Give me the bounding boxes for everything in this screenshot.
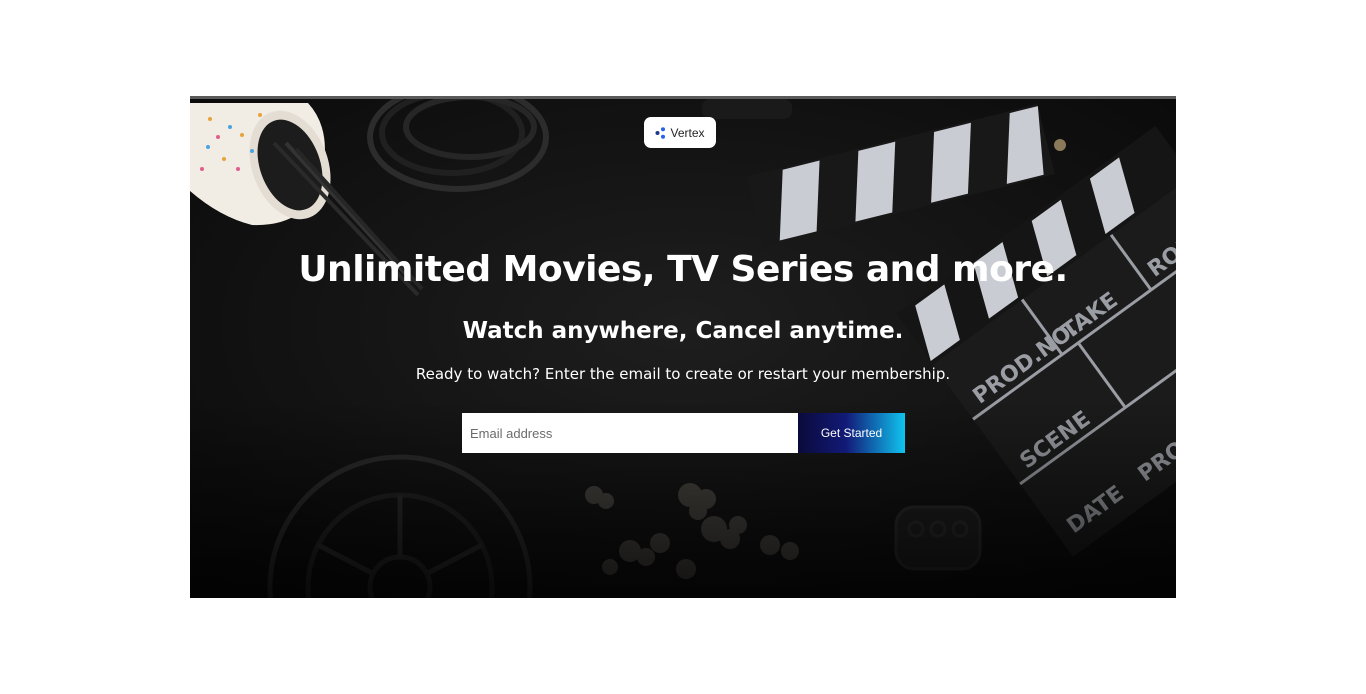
signup-form: Get Started [462, 413, 905, 453]
brand-logo[interactable]: Vertex [644, 117, 716, 148]
hero-tagline: Ready to watch? Enter the email to creat… [415, 365, 951, 383]
email-input[interactable] [462, 413, 798, 453]
hero-section: PROD.NO. TAKE ROLL SCENE DATE PROD.CO. D… [190, 96, 1176, 598]
get-started-button[interactable]: Get Started [798, 413, 905, 453]
hero-headline: Unlimited Movies, TV Series and more. [298, 249, 1068, 290]
hero-subheadline: Watch anywhere, Cancel anytime. [462, 318, 904, 344]
vertex-logo-icon [655, 126, 666, 139]
hero-background-image: PROD.NO. TAKE ROLL SCENE DATE PROD.CO. D… [190, 99, 1176, 598]
brand-name: Vertex [670, 125, 705, 140]
